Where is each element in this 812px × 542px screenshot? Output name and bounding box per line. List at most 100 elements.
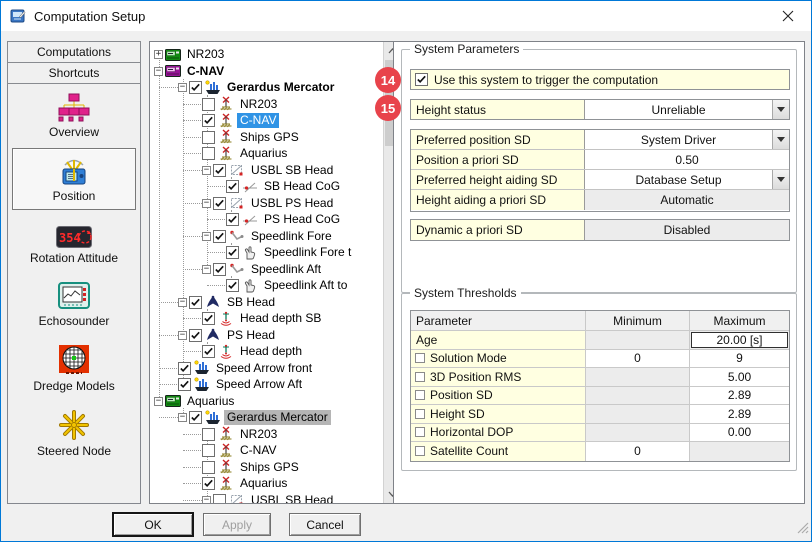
tree-node-label[interactable]: C-NAV xyxy=(237,443,279,458)
trigger-computation-row[interactable]: Use this system to trigger the computati… xyxy=(410,69,790,90)
tree-node-checkbox[interactable] xyxy=(189,81,202,94)
collapse-icon[interactable]: − xyxy=(154,67,163,76)
tree-node-c-nav[interactable]: C-NAV xyxy=(150,442,383,459)
sidebar-item-echosounder[interactable]: Echosounder xyxy=(12,278,136,330)
threshold-maximum-cell[interactable]: 9 xyxy=(689,350,789,368)
collapse-icon[interactable]: − xyxy=(178,413,187,422)
tree-node-label[interactable]: Gerardus Mercator xyxy=(224,410,331,425)
sidebar-item-steered-node[interactable]: Steered Node xyxy=(12,408,136,458)
tree-node-head-depth[interactable]: Head depth xyxy=(150,343,383,360)
tree-node-nr203[interactable]: NR203 xyxy=(150,426,383,443)
tree-node-label[interactable]: Aquarius xyxy=(184,394,237,409)
tree-node-aquarius[interactable]: Aquarius xyxy=(150,145,383,162)
param-value-position-a-priori-sd[interactable]: 0.50 xyxy=(585,150,789,169)
tree-node-checkbox[interactable] xyxy=(213,263,226,276)
shortcuts-button[interactable]: Shortcuts xyxy=(7,62,141,84)
sidebar-item-rotation-attitude[interactable]: 354Rotation Attitude xyxy=(12,222,136,268)
tree-node-label[interactable]: NR203 xyxy=(237,427,280,442)
param-value-preferred-position-sd[interactable]: System Driver xyxy=(585,130,772,149)
tree-node-head-depth-sb[interactable]: Head depth SB xyxy=(150,310,383,327)
tree-node-label[interactable]: USBL PS Head xyxy=(248,196,336,211)
tree-node-label[interactable]: Speedlink Fore xyxy=(248,229,335,244)
tree-node-nr203[interactable]: +NR203 xyxy=(150,46,383,63)
tree-node-checkbox[interactable] xyxy=(213,230,226,243)
tree-node-label[interactable]: Head depth xyxy=(237,344,305,359)
threshold-checkbox[interactable] xyxy=(415,427,425,437)
ok-button[interactable]: OK xyxy=(113,513,193,536)
tree-node-checkbox[interactable] xyxy=(202,428,215,441)
threshold-checkbox[interactable] xyxy=(415,372,425,382)
close-icon[interactable] xyxy=(771,5,805,27)
param-value-height-status[interactable]: Unreliable xyxy=(585,100,772,119)
dynamic-sd-row[interactable]: Dynamic a priori SDDisabled xyxy=(411,220,789,240)
dropdown-arrow-icon[interactable] xyxy=(772,130,789,149)
tree-node-label[interactable]: PS Head xyxy=(224,328,278,343)
threshold-checkbox[interactable] xyxy=(415,446,425,456)
tree-node-label[interactable]: Speed Arrow Aft xyxy=(213,377,305,392)
tree-node-checkbox[interactable] xyxy=(213,197,226,210)
tree-node-speedlink-fore-t[interactable]: Speedlink Fore t xyxy=(150,244,383,261)
threshold-maximum-editor[interactable]: 20.00 [s] xyxy=(691,332,788,348)
tree-node-label[interactable]: SB Head CoG xyxy=(261,179,343,194)
tree-node-checkbox[interactable] xyxy=(189,329,202,342)
tree-node-checkbox[interactable] xyxy=(226,180,239,193)
sd-row-preferred-height-aiding-sd[interactable]: Preferred height aiding SDDatabase Setup xyxy=(411,170,789,190)
sd-row-position-a-priori-sd[interactable]: Position a priori SD0.50 xyxy=(411,150,789,170)
tree-node-c-nav[interactable]: C-NAV xyxy=(150,112,383,129)
tree-node-checkbox[interactable] xyxy=(202,444,215,457)
tree-node-checkbox[interactable] xyxy=(202,345,215,358)
tree-node-speed-arrow-aft[interactable]: Speed Arrow Aft xyxy=(150,376,383,393)
tree-node-label[interactable]: C-NAV xyxy=(237,113,279,128)
tree-node-checkbox[interactable] xyxy=(202,98,215,111)
tree-node-label[interactable]: C-NAV xyxy=(184,64,227,79)
tree-node-nr203[interactable]: NR203 xyxy=(150,96,383,113)
expand-icon[interactable]: + xyxy=(154,50,163,59)
collapse-icon[interactable]: − xyxy=(178,83,187,92)
tree-node-label[interactable]: Speedlink Aft xyxy=(248,262,324,277)
sd-row-height-aiding-a-priori-sd[interactable]: Height aiding a priori SDAutomatic xyxy=(411,190,789,210)
param-value-preferred-height-aiding-sd[interactable]: Database Setup xyxy=(585,170,772,189)
tree-node-checkbox[interactable] xyxy=(202,461,215,474)
collapse-icon[interactable]: − xyxy=(178,331,187,340)
trigger-computation-checkbox[interactable] xyxy=(415,73,428,86)
tree-node-label[interactable]: Gerardus Mercator xyxy=(224,80,337,95)
tree-node-usbl-sb-head[interactable]: −USBL SB Head xyxy=(150,492,383,504)
tree-node-usbl-ps-head[interactable]: − USBL PS Head xyxy=(150,195,383,212)
threshold-maximum-cell[interactable]: 2.89 xyxy=(689,387,789,405)
tree-node-label[interactable]: Speed Arrow front xyxy=(213,361,315,376)
threshold-minimum-cell[interactable]: 0 xyxy=(585,350,689,368)
tree-node-aquarius[interactable]: Aquarius xyxy=(150,475,383,492)
tree-node-checkbox[interactable] xyxy=(178,362,191,375)
collapse-icon[interactable]: − xyxy=(202,265,211,274)
collapse-icon[interactable]: − xyxy=(202,199,211,208)
tree-node-label[interactable]: USBL SB Head xyxy=(248,163,336,178)
tree-node-speedlink-fore[interactable]: − Speedlink Fore xyxy=(150,228,383,245)
tree-node-label[interactable]: Aquarius xyxy=(237,476,290,491)
apply-button[interactable]: Apply xyxy=(203,513,271,536)
tree-node-label[interactable]: Ships GPS xyxy=(237,130,302,145)
tree-node-ships-gps[interactable]: Ships GPS xyxy=(150,459,383,476)
tree-node-label[interactable]: Ships GPS xyxy=(237,460,302,475)
tree-node-aquarius[interactable]: −Aquarius xyxy=(150,393,383,410)
height-status-row[interactable]: Height statusUnreliable xyxy=(410,99,790,120)
tree-node-gerardus-mercator[interactable]: − Gerardus Mercator xyxy=(150,79,383,96)
tree-node-label[interactable]: PS Head CoG xyxy=(261,212,343,227)
tree-node-label[interactable]: NR203 xyxy=(237,97,280,112)
tree-node-label[interactable]: Head depth SB xyxy=(237,311,324,326)
threshold-checkbox[interactable] xyxy=(415,390,425,400)
threshold-maximum-cell[interactable]: 0.00 xyxy=(689,424,789,442)
sidebar-item-overview[interactable]: Overview xyxy=(12,90,136,140)
tree-node-c-nav[interactable]: − C-NAV xyxy=(150,63,383,80)
tree-node-speedlink-aft[interactable]: − Speedlink Aft xyxy=(150,261,383,278)
threshold-checkbox[interactable] xyxy=(415,353,425,363)
tree-node-label[interactable]: SB Head xyxy=(224,295,278,310)
tree-node-usbl-sb-head[interactable]: − USBL SB Head xyxy=(150,162,383,179)
tree-node-checkbox[interactable] xyxy=(226,246,239,259)
tree-node-checkbox[interactable] xyxy=(189,296,202,309)
tree-node-ships-gps[interactable]: Ships GPS xyxy=(150,129,383,146)
collapse-icon[interactable]: − xyxy=(202,232,211,241)
tree-node-checkbox[interactable] xyxy=(202,477,215,490)
collapse-icon[interactable]: − xyxy=(202,166,211,175)
tree-node-speedlink-aft-to[interactable]: Speedlink Aft to xyxy=(150,277,383,294)
tree-node-gerardus-mercator[interactable]: − Gerardus Mercator xyxy=(150,409,383,426)
